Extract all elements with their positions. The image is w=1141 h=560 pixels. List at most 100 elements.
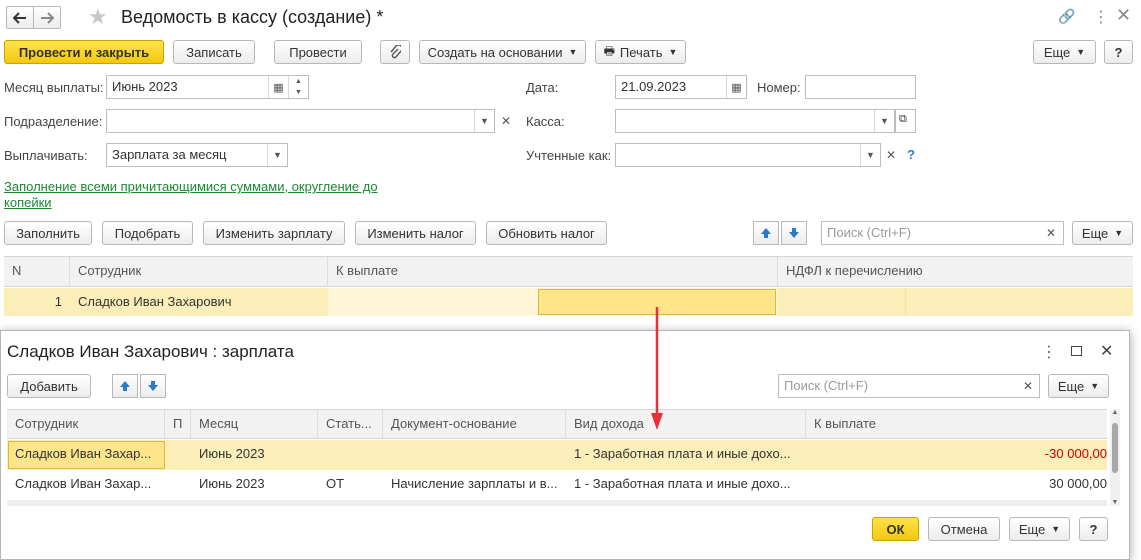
dialog-more-label: Еще	[1057, 378, 1085, 394]
save-button[interactable]: Записать	[173, 40, 255, 64]
calendar-icon[interactable]: ▦	[268, 76, 288, 98]
month-label: Месяц выплаты:	[4, 80, 104, 95]
salary-dialog: Сладков Иван Захарович : зарплата ⋮ ✕ До…	[0, 330, 1130, 560]
update-tax-button[interactable]: Обновить налог	[486, 221, 607, 245]
row-income-type: 1 - Заработная плата и иные дохо...	[574, 476, 791, 491]
dropdown-icon[interactable]: ▼	[874, 110, 894, 132]
column-header-employee[interactable]: Сотрудник	[70, 257, 328, 286]
table-row[interactable]: 1 Сладков Иван Захарович	[4, 288, 1133, 316]
column-header-p[interactable]: П	[165, 410, 191, 438]
clear-search-icon[interactable]: ✕	[1041, 221, 1061, 245]
change-tax-button[interactable]: Изменить налог	[355, 221, 476, 245]
post-and-close-button[interactable]: Провести и закрыть	[4, 40, 164, 64]
dialog-table-header: Сотрудник П Месяц Стать... Документ-осно…	[7, 409, 1107, 439]
arrow-right-icon	[41, 11, 54, 24]
fill-button[interactable]: Заполнить	[4, 221, 92, 245]
row-amount: 30 000,00	[1049, 476, 1107, 491]
move-down-button[interactable]	[781, 221, 807, 245]
row-month: Июнь 2023	[199, 446, 265, 461]
open-cash-button[interactable]: ⧉	[895, 109, 916, 133]
column-header-amount[interactable]: К выплате	[328, 257, 778, 286]
printer-icon: 🖶	[603, 43, 615, 58]
arrow-down-icon	[789, 228, 799, 238]
paperclip-icon	[390, 45, 401, 59]
horizontal-scrollbar[interactable]	[7, 500, 1107, 506]
clear-icon[interactable]: ✕	[496, 109, 516, 133]
favorite-star-icon[interactable]: ★	[88, 4, 108, 30]
table-more-label: Еще	[1081, 225, 1109, 241]
column-header-article[interactable]: Стать...	[318, 410, 383, 438]
forward-button[interactable]	[33, 6, 61, 29]
help-button[interactable]: ?	[1104, 40, 1133, 64]
accounted-field[interactable]: ▼	[615, 143, 881, 167]
vertical-scrollbar[interactable]: ▲ ▼	[1110, 409, 1120, 506]
caret-down-icon: ▼	[668, 47, 678, 57]
date-field[interactable]: 21.09.2023 ▦	[615, 75, 747, 99]
stepper[interactable]: ▲ ▼	[288, 76, 308, 98]
help-question-icon[interactable]: ?	[907, 147, 915, 162]
cash-field[interactable]: ▼	[615, 109, 895, 133]
row-document: Начисление зарплаты и в...	[391, 476, 558, 491]
pay-select[interactable]: Зарплата за месяц ▼	[106, 143, 288, 167]
maximize-icon[interactable]	[1071, 346, 1082, 356]
column-header-amount[interactable]: К выплате	[806, 410, 1107, 438]
caret-down-icon: ▼	[1051, 524, 1061, 534]
number-label: Номер:	[757, 80, 801, 95]
back-button[interactable]	[6, 6, 34, 29]
dialog-move-down-button[interactable]	[140, 374, 166, 398]
add-button[interactable]: Добавить	[7, 374, 91, 398]
ok-button[interactable]: ОК	[872, 517, 919, 541]
date-value: 21.09.2023	[621, 79, 687, 94]
post-button[interactable]: Провести	[274, 40, 362, 64]
column-header-tax[interactable]: НДФЛ к перечислению	[778, 257, 1133, 286]
row-p	[165, 470, 191, 500]
scroll-down-icon[interactable]: ▼	[1110, 499, 1120, 506]
more-button[interactable]: Еще ▼	[1033, 40, 1096, 64]
more-vertical-icon[interactable]: ⋮	[1041, 342, 1057, 362]
dialog-more2-button[interactable]: Еще ▼	[1009, 517, 1070, 541]
accounted-label: Учтенные как:	[526, 148, 612, 163]
table-more-button[interactable]: Еще ▼	[1072, 221, 1133, 245]
dialog-more2-label: Еще	[1018, 521, 1046, 537]
number-field[interactable]	[805, 75, 916, 99]
column-header-n[interactable]: N	[4, 257, 70, 286]
calendar-icon[interactable]: ▦	[726, 76, 746, 98]
create-based-button[interactable]: Создать на основании ▼	[419, 40, 586, 64]
cancel-button[interactable]: Отмена	[928, 517, 1000, 541]
dropdown-icon[interactable]: ▼	[860, 144, 880, 166]
fill-all-link[interactable]: Заполнение всеми причитающимися суммами,…	[4, 179, 389, 211]
clear-search-icon[interactable]: ✕	[1018, 374, 1038, 398]
attach-button[interactable]	[380, 40, 410, 64]
table-row[interactable]: Сладков Иван Захар... Июнь 2023 1 - Зара…	[7, 440, 1107, 470]
move-up-button[interactable]	[753, 221, 779, 245]
print-button[interactable]: 🖶 Печать ▼	[595, 40, 686, 64]
clear-icon[interactable]: ✕	[881, 143, 901, 167]
column-header-income-type[interactable]: Вид дохода	[566, 410, 806, 438]
column-header-employee[interactable]: Сотрудник	[7, 410, 165, 438]
row-employee: Сладков Иван Захар...	[15, 446, 152, 461]
dialog-move-up-button[interactable]	[112, 374, 138, 398]
row-amount-negative: -30 000,00	[1044, 446, 1107, 461]
dropdown-icon[interactable]: ▼	[267, 144, 287, 166]
close-icon[interactable]: ✕	[1116, 5, 1131, 26]
scroll-thumb[interactable]	[1112, 423, 1118, 473]
search-input[interactable]: Поиск (Ctrl+F)	[821, 221, 1064, 245]
column-header-document[interactable]: Документ-основание	[383, 410, 566, 438]
department-field[interactable]: ▼	[106, 109, 495, 133]
dialog-help-button[interactable]: ?	[1079, 517, 1108, 541]
close-icon[interactable]: ✕	[1100, 341, 1113, 361]
pick-button[interactable]: Подобрать	[102, 221, 193, 245]
column-header-month[interactable]: Месяц	[191, 410, 318, 438]
table-row[interactable]: Сладков Иван Захар... Июнь 2023 ОТ Начис…	[7, 470, 1107, 500]
month-field[interactable]: Июнь 2023 ▦ ▲ ▼	[106, 75, 309, 99]
link-icon[interactable]: 🔗	[1058, 8, 1075, 25]
arrow-up-icon	[120, 381, 130, 391]
change-salary-button[interactable]: Изменить зарплату	[203, 221, 345, 245]
row-article	[318, 440, 383, 470]
dropdown-icon[interactable]: ▼	[474, 110, 494, 132]
dialog-more-button[interactable]: Еще ▼	[1048, 374, 1109, 398]
scroll-up-icon[interactable]: ▲	[1110, 409, 1120, 416]
dialog-search-input[interactable]: Поиск (Ctrl+F)	[778, 374, 1040, 398]
more-vertical-icon[interactable]: ⋮	[1093, 7, 1109, 27]
more-label: Еще	[1043, 44, 1071, 60]
